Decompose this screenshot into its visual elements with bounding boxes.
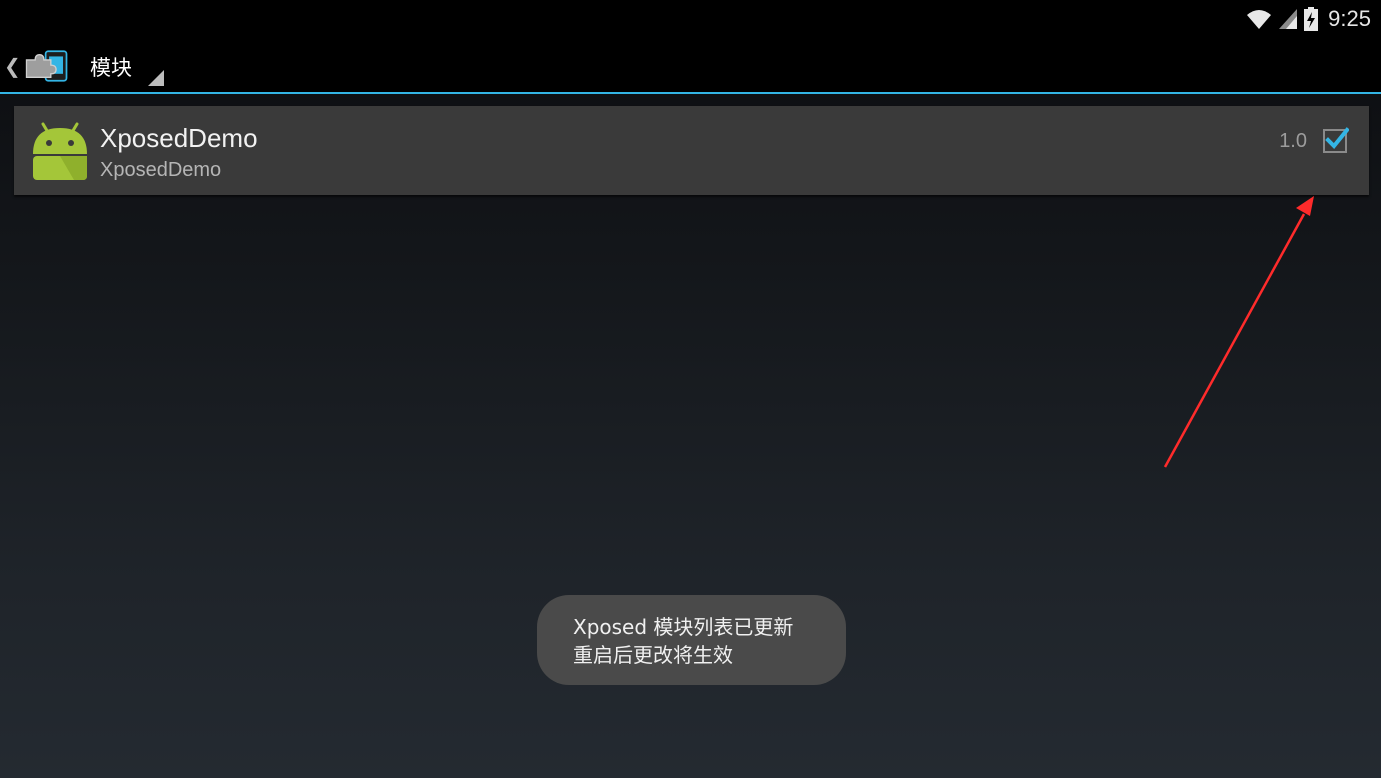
- spinner-indicator-icon: [148, 70, 164, 86]
- toast-line-2: 重启后更改将生效: [573, 643, 733, 667]
- status-bar: 9:25: [0, 0, 1381, 37]
- toast-message: Xposed 模块列表已更新 重启后更改将生效: [537, 595, 846, 685]
- action-bar-divider: [0, 92, 1381, 94]
- cell-signal-icon: [1279, 9, 1298, 29]
- module-list-item[interactable]: XposedDemo XposedDemo 1.0: [14, 106, 1369, 195]
- toast-line-1: Xposed 模块列表已更新: [573, 615, 794, 639]
- android-robot-icon: [33, 122, 87, 180]
- module-description: XposedDemo: [100, 159, 222, 181]
- xposed-puzzle-icon: [25, 50, 68, 82]
- up-navigation-button[interactable]: ❮: [4, 44, 68, 88]
- module-name: XposedDemo: [100, 123, 258, 153]
- status-time: 9:25: [1328, 6, 1371, 31]
- page-title: 模块: [90, 56, 132, 80]
- module-version: 1.0: [1279, 130, 1307, 152]
- module-enable-checkbox[interactable]: [1323, 127, 1349, 153]
- status-icons: 9:25: [1246, 4, 1371, 34]
- chevron-left-icon: ❮: [4, 54, 21, 78]
- action-bar: [0, 37, 1381, 92]
- title-spinner[interactable]: 模块: [84, 44, 168, 88]
- wifi-icon: [1247, 10, 1272, 29]
- battery-charging-icon: [1304, 7, 1319, 31]
